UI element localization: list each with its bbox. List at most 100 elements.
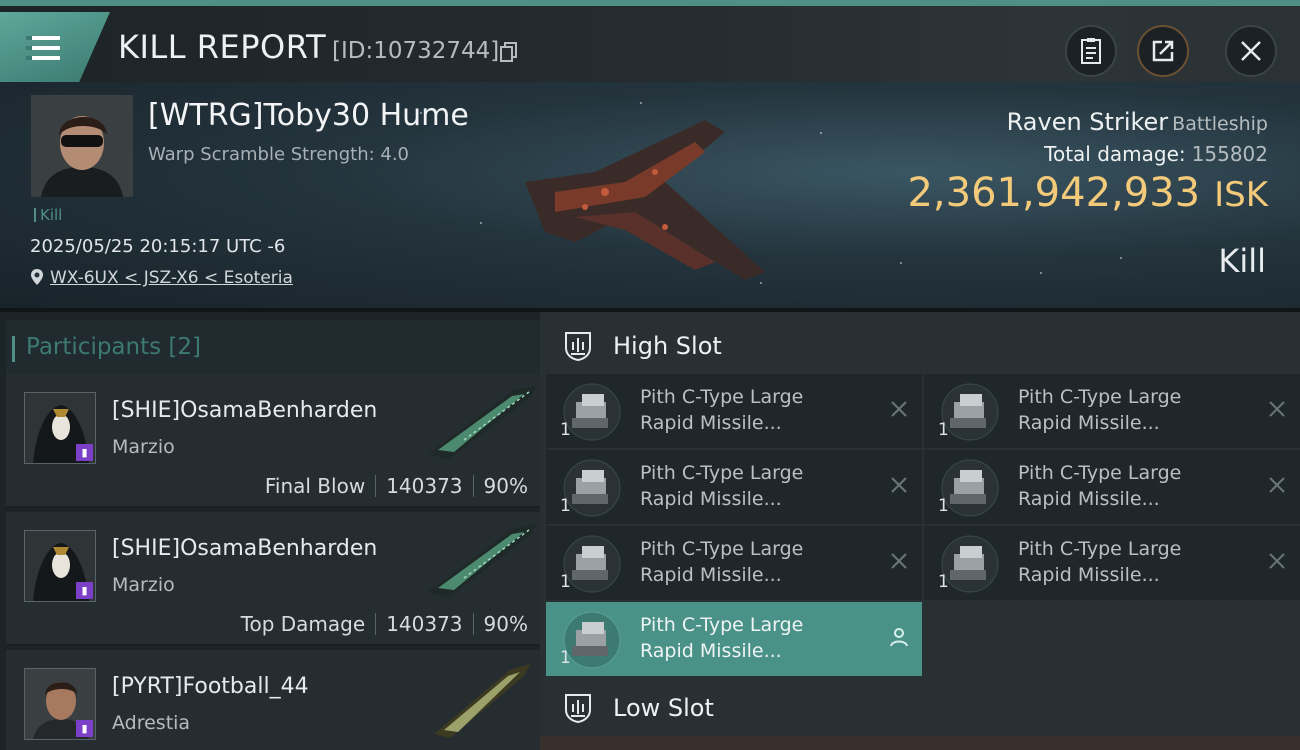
module-name-line2: Rapid Missile... <box>1018 488 1160 510</box>
module-name: Pith C-Type Large Rapid Missile... <box>640 460 803 512</box>
module-name-line2: Rapid Missile... <box>640 488 782 510</box>
location-text: WX-6UX < JSZ-X6 < Esoteria <box>50 268 293 288</box>
low-slot-modules-peek <box>540 736 1300 750</box>
participant-ship-icon <box>428 524 536 598</box>
high-slot-header: High Slot <box>540 316 1300 374</box>
module-item[interactable]: 1 Pith C-Type Large Rapid Missile... <box>924 450 1300 524</box>
module-name-line1: Pith C-Type Large <box>1018 386 1182 408</box>
participant-stats: Final Blow 140373 90% <box>265 474 528 498</box>
module-name-line2: Rapid Missile... <box>1018 412 1160 434</box>
result-label: Kill <box>1218 242 1266 280</box>
person-icon <box>890 628 908 647</box>
destroyed-icon <box>891 553 907 569</box>
kill-datetime: 2025/05/25 20:15:17 UTC -6 <box>30 236 286 257</box>
isk-amount: 2,361,942,933 <box>907 170 1201 216</box>
destroyed-icon <box>891 477 907 493</box>
module-name: Pith C-Type Large Rapid Missile... <box>640 536 803 588</box>
module-item[interactable]: 1 Pith C-Type Large Rapid Missile... <box>546 374 922 448</box>
faction-badge: ▮ <box>76 720 93 737</box>
module-item[interactable]: 1 Pith C-Type Large Rapid Missile... <box>924 374 1300 448</box>
missile-launcher-icon <box>563 459 621 517</box>
ship-render <box>525 120 765 280</box>
participant-damage: 140373 <box>386 474 463 498</box>
participant-ship-icon <box>428 386 536 460</box>
destroyed-icon <box>1269 401 1285 417</box>
participant-ship-icon <box>434 664 530 738</box>
share-icon <box>1152 40 1174 62</box>
report-id: [ID:10732744] <box>332 38 500 64</box>
participant-percent: 90% <box>483 612 528 636</box>
module-quantity: 1 <box>938 496 949 516</box>
victim-banner: [WTRG]Toby30 Hume Warp Scramble Strength… <box>0 82 1300 308</box>
participant-row[interactable]: ▮ [PYRT]Football_44 Adrestia <box>6 650 540 750</box>
total-damage-value: 155802 <box>1191 142 1268 166</box>
fitting-panel: High Slot 1 Pith C-Type Large Rapid Missi… <box>540 308 1300 750</box>
participant-role: Final Blow <box>264 474 366 498</box>
total-damage: Total damage: 155802 <box>1044 142 1268 166</box>
missile-launcher-icon <box>941 459 999 517</box>
participant-avatar[interactable]: ▮ <box>24 530 96 602</box>
menu-button[interactable] <box>0 12 110 82</box>
missile-launcher-icon <box>941 383 999 441</box>
module-item[interactable]: 1 Pith C-Type Large Rapid Missile... <box>546 450 922 524</box>
ship-name[interactable]: Raven Striker Battleship <box>1007 108 1268 136</box>
ship-name-text: Raven Striker <box>1006 108 1169 136</box>
participants-panel: Participants [2] ▮ [SHIE]OsamaBenharden … <box>0 308 540 750</box>
high-slot-icon <box>565 332 591 362</box>
module-name-line1: Pith C-Type Large <box>1018 462 1182 484</box>
module-name-line1: Pith C-Type Large <box>640 538 804 560</box>
warp-scramble-text: Warp Scramble Strength: 4.0 <box>148 144 410 165</box>
kill-tag: Kill <box>34 206 62 224</box>
participant-row[interactable]: ▮ [SHIE]OsamaBenharden Marzio Top Damage… <box>6 512 540 646</box>
missile-launcher-icon <box>563 611 621 669</box>
top-bar: KILL REPORT [ID:10732744] <box>0 0 1300 82</box>
participant-stats: Top Damage 140373 90% <box>241 612 528 636</box>
faction-badge: ▮ <box>76 444 93 461</box>
share-button[interactable] <box>1137 25 1189 77</box>
module-quantity: 1 <box>938 572 949 592</box>
participant-avatar[interactable]: ▮ <box>24 668 96 740</box>
clipboard-icon <box>1081 38 1101 64</box>
victim-portrait[interactable] <box>31 95 133 197</box>
destroyed-icon <box>891 401 907 417</box>
victim-name[interactable]: [WTRG]Toby30 Hume <box>148 98 469 133</box>
module-quantity: 1 <box>938 420 949 440</box>
isk-value: 2,361,942,933 ISK <box>907 170 1268 216</box>
high-slot-label: High Slot <box>613 332 722 360</box>
module-name: Pith C-Type Large Rapid Missile... <box>1018 460 1181 512</box>
copy-icon[interactable] <box>500 42 518 62</box>
low-slot-label: Low Slot <box>613 694 714 722</box>
missile-launcher-icon <box>563 383 621 441</box>
participant-row[interactable]: ▮ [SHIE]OsamaBenharden Marzio Final Blow… <box>6 374 540 508</box>
module-name-line2: Rapid Missile... <box>640 640 782 662</box>
low-slot-header: Low Slot <box>540 678 1300 736</box>
module-quantity: 1 <box>560 648 571 668</box>
module-quantity: 1 <box>560 572 571 592</box>
module-quantity: 1 <box>560 496 571 516</box>
location-link[interactable]: WX-6UX < JSZ-X6 < Esoteria <box>30 268 293 288</box>
participant-name: [PYRT]Football_44 <box>112 674 309 699</box>
module-item[interactable]: 1 Pith C-Type Large Rapid Missile... <box>546 526 922 600</box>
module-name-line1: Pith C-Type Large <box>640 614 804 636</box>
participant-damage: 140373 <box>386 612 463 636</box>
destroyed-icon <box>1269 477 1285 493</box>
clipboard-button[interactable] <box>1065 25 1117 77</box>
total-damage-label: Total damage: <box>1044 142 1186 166</box>
location-pin-icon <box>31 269 43 285</box>
module-name-line1: Pith C-Type Large <box>640 386 804 408</box>
missile-launcher-icon <box>941 535 999 593</box>
module-quantity: 1 <box>560 420 571 440</box>
module-name: Pith C-Type Large Rapid Missile... <box>640 384 803 436</box>
participant-avatar[interactable]: ▮ <box>24 392 96 464</box>
close-icon <box>1241 41 1261 61</box>
page-title: KILL REPORT <box>118 28 327 66</box>
module-name-line2: Rapid Missile... <box>640 564 782 586</box>
close-button[interactable] <box>1225 25 1277 77</box>
participant-corp: Marzio <box>112 574 175 596</box>
module-item[interactable]: 1 Pith C-Type Large Rapid Missile... <box>924 526 1300 600</box>
participants-label: Participants <box>26 334 162 360</box>
module-item[interactable]: 1 Pith C-Type Large Rapid Missile... <box>546 602 922 676</box>
module-name-line1: Pith C-Type Large <box>1018 538 1182 560</box>
participant-name: [SHIE]OsamaBenharden <box>112 398 378 423</box>
missile-launcher-icon <box>563 535 621 593</box>
